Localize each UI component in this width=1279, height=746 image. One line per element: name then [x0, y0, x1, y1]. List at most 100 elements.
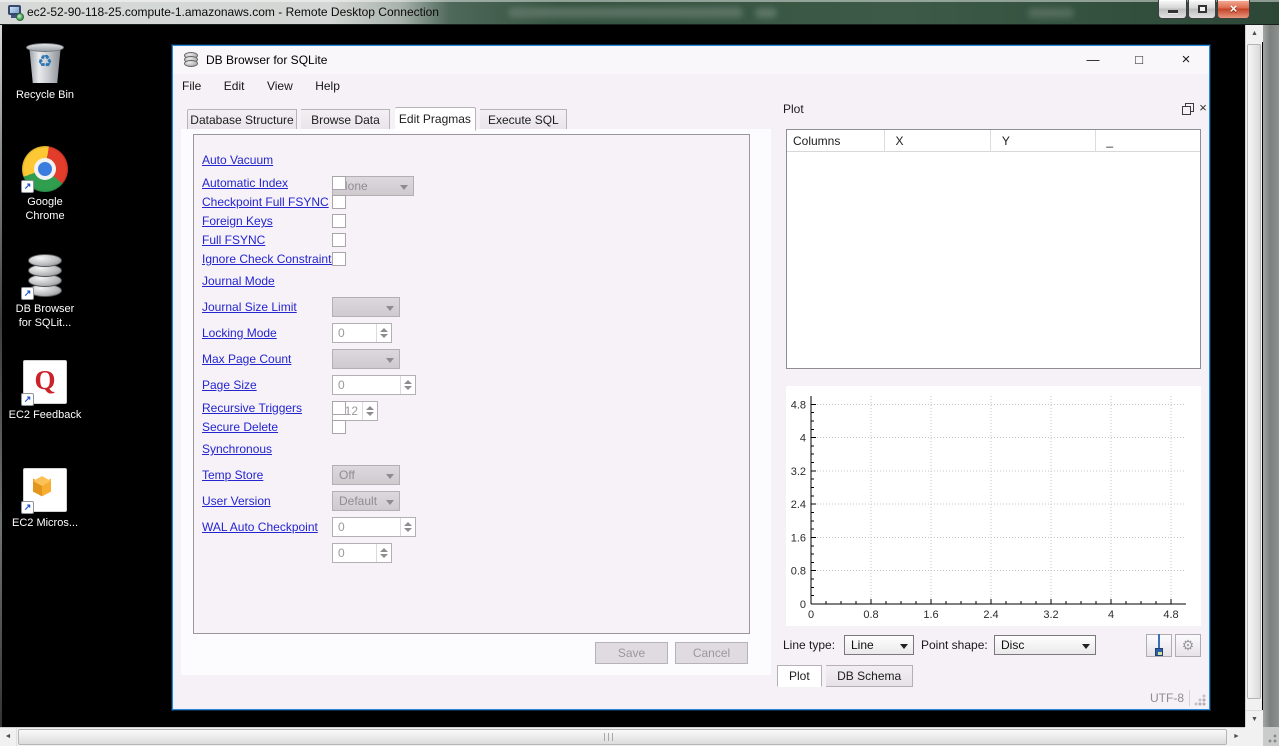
- line-type-value: Line: [851, 638, 874, 652]
- spin-up-icon[interactable]: [380, 548, 388, 552]
- pragma-link-checkpoint-full-fsync[interactable]: Checkpoint Full FSYNC: [202, 195, 329, 209]
- pragma-row: Locking Mode: [202, 320, 749, 346]
- scroll-up-icon[interactable]: ▲: [1246, 25, 1263, 42]
- tab-browse-data[interactable]: Browse Data: [301, 109, 390, 131]
- pragma-checkbox-recursive-triggers[interactable]: [332, 401, 346, 415]
- app-titlebar: DB Browser for SQLite — □ ×: [173, 46, 1209, 74]
- pragma-link-user-version[interactable]: User Version: [202, 494, 271, 508]
- pragma-link-journal-size-limit[interactable]: Journal Size Limit: [202, 300, 297, 314]
- pragma-link-synchronous[interactable]: Synchronous: [202, 442, 272, 456]
- cancel-button[interactable]: Cancel: [675, 642, 748, 664]
- spin-value: 0: [338, 546, 345, 560]
- window-frame-right: [1263, 25, 1279, 727]
- tab-database-structure[interactable]: Database Structure: [187, 109, 297, 131]
- rdp-titlebar: ec2-52-90-118-25.compute-1.amazonaws.com…: [0, 0, 1279, 25]
- pragma-link-auto-vacuum[interactable]: Auto Vacuum: [202, 153, 273, 167]
- resize-grip-corner[interactable]: [1263, 727, 1279, 746]
- tab-edit-pragmas[interactable]: Edit Pragmas: [395, 107, 476, 131]
- vertical-scrollbar-thumb[interactable]: [1247, 44, 1261, 699]
- column-header-x[interactable]: X: [889, 130, 991, 152]
- axis-tick-label: 3.2: [1043, 609, 1058, 621]
- app-maximize-button[interactable]: □: [1121, 46, 1157, 74]
- axis-tick-label: 2.4: [983, 609, 998, 621]
- axis-tick-label: 1.6: [923, 609, 938, 621]
- horizontal-scrollbar-thumb[interactable]: [18, 729, 1227, 745]
- save-plot-image-button[interactable]: [1146, 634, 1172, 657]
- pragma-checkbox-full-fsync[interactable]: [332, 233, 346, 247]
- window-resize-grip[interactable]: [1194, 694, 1206, 706]
- line-type-label: Line type:: [783, 634, 835, 656]
- desktop-icon-recycle-bin[interactable]: ♻ Recycle Bin: [8, 38, 82, 102]
- desktop-icon-ec2-microsoft[interactable]: ↗ EC2 Micros...: [8, 466, 82, 530]
- pragma-row: Journal Mode: [202, 268, 749, 294]
- pragma-link-foreign-keys[interactable]: Foreign Keys: [202, 214, 273, 228]
- dock-tab-plot[interactable]: Plot: [777, 665, 822, 687]
- pragma-checkbox-secure-delete[interactable]: [332, 420, 346, 434]
- pragma-link-journal-mode[interactable]: Journal Mode: [202, 274, 275, 288]
- menu-view[interactable]: View: [258, 74, 302, 98]
- pragma-link-recursive-triggers[interactable]: Recursive Triggers: [202, 401, 302, 415]
- minimize-icon: [1168, 10, 1178, 13]
- scroll-left-icon[interactable]: ◄: [0, 728, 17, 746]
- dock-close-icon[interactable]: ×: [1196, 98, 1210, 118]
- pragma-link-secure-delete[interactable]: Secure Delete: [202, 420, 278, 434]
- scroll-down-icon[interactable]: ▼: [1246, 710, 1263, 727]
- recycle-symbol-icon: ♻: [20, 52, 70, 72]
- point-shape-select[interactable]: Disc: [994, 635, 1096, 655]
- save-button[interactable]: Save: [595, 642, 668, 664]
- app-minimize-button[interactable]: —: [1075, 46, 1111, 74]
- pragma-row: SynchronousOff: [202, 436, 749, 462]
- plot-settings-button[interactable]: ⚙: [1175, 634, 1201, 657]
- pragma-row: Automatic Index: [202, 173, 749, 192]
- db-cylinder-icon: [28, 254, 62, 267]
- axis-tick-label: 4: [800, 433, 806, 445]
- pragma-link-wal-auto-checkpoint[interactable]: WAL Auto Checkpoint: [202, 520, 318, 534]
- line-type-select[interactable]: Line: [844, 635, 914, 655]
- app-db-icon: [183, 52, 199, 68]
- horizontal-scrollbar[interactable]: ◄ ►: [0, 727, 1245, 746]
- rdp-minimize-button[interactable]: [1158, 0, 1187, 19]
- app-close-button[interactable]: ×: [1168, 46, 1204, 74]
- pragma-checkbox-checkpoint-full-fsync[interactable]: [332, 195, 346, 209]
- column-header-underscore[interactable]: _: [1100, 130, 1212, 152]
- desktop-icon-google-chrome[interactable]: ↗ Google Chrome: [8, 145, 82, 223]
- menu-file[interactable]: File: [173, 74, 210, 98]
- pragma-spinbox-wal-auto-checkpoint[interactable]: 0: [332, 543, 392, 563]
- pragma-link-page-size[interactable]: Page Size: [202, 378, 257, 392]
- scroll-right-icon[interactable]: ►: [1228, 728, 1245, 746]
- vertical-scrollbar[interactable]: ▲ ▼: [1245, 25, 1262, 727]
- rdp-restore-button[interactable]: [1188, 0, 1216, 19]
- pragma-row: Full FSYNC: [202, 230, 749, 249]
- pragma-link-max-page-count[interactable]: Max Page Count: [202, 352, 291, 366]
- column-header-columns[interactable]: Columns: [787, 130, 885, 152]
- dock-tab-db-schema[interactable]: DB Schema: [826, 665, 913, 687]
- pragma-link-full-fsync[interactable]: Full FSYNC: [202, 233, 265, 247]
- plot-columns-header-row: Columns X Y _: [787, 130, 1200, 152]
- pragma-checkbox-foreign-keys[interactable]: [332, 214, 346, 228]
- ec2-package-icon: ↗: [20, 466, 70, 514]
- column-header-y[interactable]: Y: [996, 130, 1096, 152]
- spin-buttons[interactable]: [376, 544, 391, 562]
- dock-float-icon[interactable]: [1182, 103, 1194, 115]
- pragma-link-temp-store[interactable]: Temp Store: [202, 468, 263, 482]
- rdp-close-button[interactable]: ×: [1217, 0, 1250, 19]
- pragma-link-automatic-index[interactable]: Automatic Index: [202, 176, 288, 190]
- axis-tick-label: 0.8: [791, 566, 806, 578]
- menu-help[interactable]: Help: [306, 74, 349, 98]
- dock-tabbar: Plot DB Schema: [777, 665, 913, 687]
- pragma-checkbox-automatic-index[interactable]: [332, 176, 346, 190]
- desktop-icon-db-browser[interactable]: ↗ DB Browser for SQLit...: [8, 252, 82, 330]
- menu-edit[interactable]: Edit: [215, 74, 254, 98]
- connection-orb-icon: [16, 13, 24, 21]
- tab-execute-sql[interactable]: Execute SQL: [480, 109, 567, 131]
- plot-dock-title: Plot: [783, 98, 804, 120]
- point-shape-label: Point shape:: [921, 634, 988, 656]
- pragma-checkbox-ignore-check-constraints[interactable]: [332, 252, 346, 266]
- spin-down-icon[interactable]: [380, 554, 388, 558]
- desktop-icon-ec2-feedback[interactable]: Q ↗ EC2 Feedback: [8, 358, 82, 422]
- scrollbar-grip-icon: [604, 733, 615, 741]
- pragma-link-ignore-check-constraints[interactable]: Ignore Check Constraints: [202, 252, 337, 266]
- scrollbar-corner: [1245, 727, 1263, 746]
- axis-tick-label: 2.4: [791, 499, 806, 511]
- pragma-link-locking-mode[interactable]: Locking Mode: [202, 326, 277, 340]
